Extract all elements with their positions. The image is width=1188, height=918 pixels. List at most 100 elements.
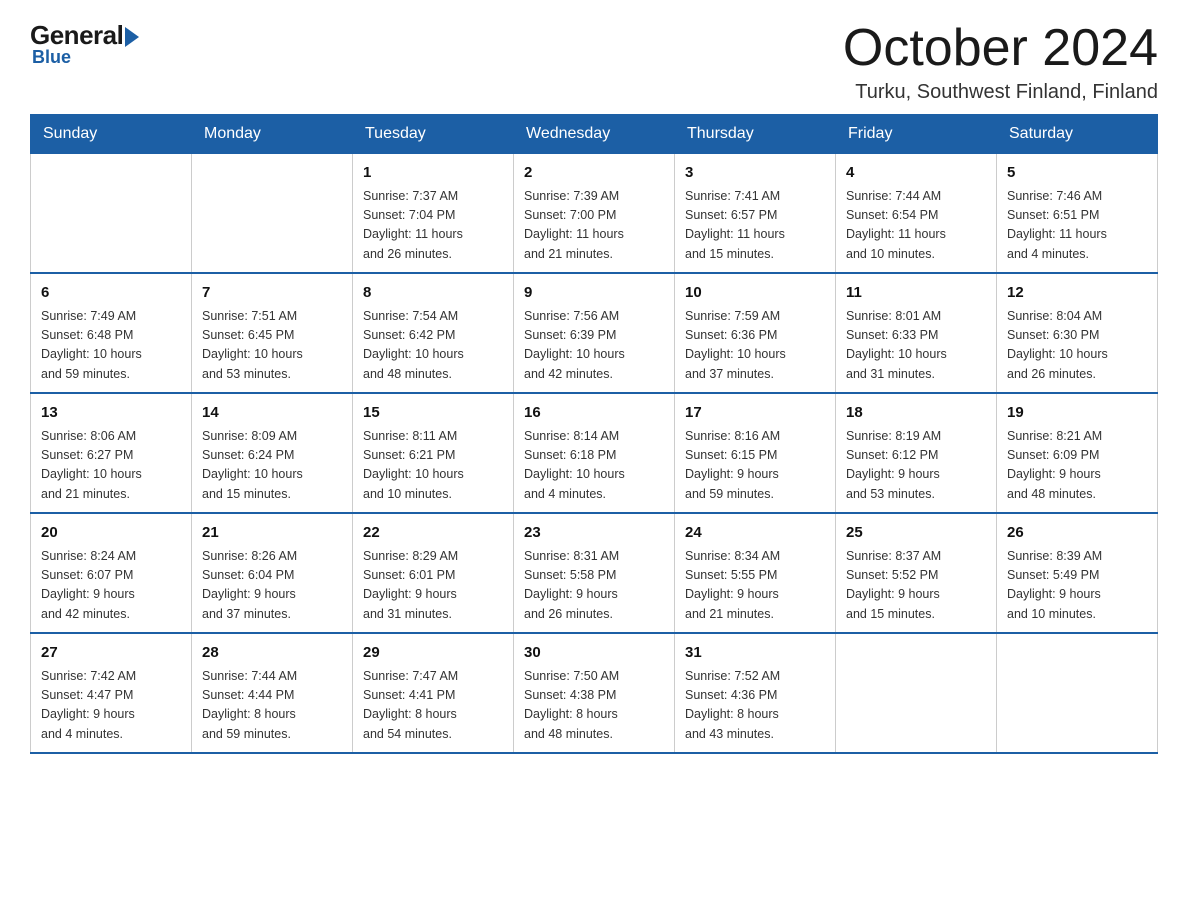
- day-info: Sunrise: 7:41 AMSunset: 6:57 PMDaylight:…: [685, 187, 825, 265]
- day-number: 23: [524, 522, 664, 545]
- calendar-cell: [192, 154, 353, 274]
- day-number: 11: [846, 282, 986, 305]
- day-number: 14: [202, 402, 342, 425]
- day-info: Sunrise: 8:24 AMSunset: 6:07 PMDaylight:…: [41, 547, 181, 625]
- calendar-cell: 26Sunrise: 8:39 AMSunset: 5:49 PMDayligh…: [997, 513, 1158, 633]
- calendar-cell: 24Sunrise: 8:34 AMSunset: 5:55 PMDayligh…: [675, 513, 836, 633]
- calendar-cell: 15Sunrise: 8:11 AMSunset: 6:21 PMDayligh…: [353, 393, 514, 513]
- calendar-cell: 10Sunrise: 7:59 AMSunset: 6:36 PMDayligh…: [675, 273, 836, 393]
- weekday-header-row: SundayMondayTuesdayWednesdayThursdayFrid…: [31, 115, 1158, 154]
- day-info: Sunrise: 8:31 AMSunset: 5:58 PMDaylight:…: [524, 547, 664, 625]
- day-number: 6: [41, 282, 181, 305]
- calendar-cell: [836, 633, 997, 753]
- calendar-cell: 30Sunrise: 7:50 AMSunset: 4:38 PMDayligh…: [514, 633, 675, 753]
- calendar-cell: 23Sunrise: 8:31 AMSunset: 5:58 PMDayligh…: [514, 513, 675, 633]
- day-info: Sunrise: 8:39 AMSunset: 5:49 PMDaylight:…: [1007, 547, 1147, 625]
- day-info: Sunrise: 8:06 AMSunset: 6:27 PMDaylight:…: [41, 427, 181, 505]
- calendar-week-row: 13Sunrise: 8:06 AMSunset: 6:27 PMDayligh…: [31, 393, 1158, 513]
- calendar-cell: 22Sunrise: 8:29 AMSunset: 6:01 PMDayligh…: [353, 513, 514, 633]
- day-info: Sunrise: 7:49 AMSunset: 6:48 PMDaylight:…: [41, 307, 181, 385]
- day-info: Sunrise: 7:37 AMSunset: 7:04 PMDaylight:…: [363, 187, 503, 265]
- calendar-cell: 6Sunrise: 7:49 AMSunset: 6:48 PMDaylight…: [31, 273, 192, 393]
- calendar-cell: 21Sunrise: 8:26 AMSunset: 6:04 PMDayligh…: [192, 513, 353, 633]
- calendar-cell: 12Sunrise: 8:04 AMSunset: 6:30 PMDayligh…: [997, 273, 1158, 393]
- day-info: Sunrise: 8:09 AMSunset: 6:24 PMDaylight:…: [202, 427, 342, 505]
- location-text: Turku, Southwest Finland, Finland: [843, 81, 1158, 104]
- day-info: Sunrise: 8:14 AMSunset: 6:18 PMDaylight:…: [524, 427, 664, 505]
- day-info: Sunrise: 8:29 AMSunset: 6:01 PMDaylight:…: [363, 547, 503, 625]
- weekday-header-friday: Friday: [836, 115, 997, 154]
- day-number: 8: [363, 282, 503, 305]
- title-section: October 2024 Turku, Southwest Finland, F…: [843, 20, 1158, 104]
- day-number: 18: [846, 402, 986, 425]
- day-number: 9: [524, 282, 664, 305]
- calendar-cell: 13Sunrise: 8:06 AMSunset: 6:27 PMDayligh…: [31, 393, 192, 513]
- day-number: 16: [524, 402, 664, 425]
- day-number: 22: [363, 522, 503, 545]
- day-info: Sunrise: 8:26 AMSunset: 6:04 PMDaylight:…: [202, 547, 342, 625]
- day-info: Sunrise: 7:52 AMSunset: 4:36 PMDaylight:…: [685, 667, 825, 745]
- day-number: 15: [363, 402, 503, 425]
- calendar-cell: 28Sunrise: 7:44 AMSunset: 4:44 PMDayligh…: [192, 633, 353, 753]
- day-info: Sunrise: 8:37 AMSunset: 5:52 PMDaylight:…: [846, 547, 986, 625]
- day-number: 5: [1007, 162, 1147, 185]
- calendar-cell: 29Sunrise: 7:47 AMSunset: 4:41 PMDayligh…: [353, 633, 514, 753]
- day-number: 1: [363, 162, 503, 185]
- month-title: October 2024: [843, 20, 1158, 77]
- calendar-cell: 7Sunrise: 7:51 AMSunset: 6:45 PMDaylight…: [192, 273, 353, 393]
- day-info: Sunrise: 8:16 AMSunset: 6:15 PMDaylight:…: [685, 427, 825, 505]
- logo-blue-text: Blue: [32, 47, 71, 68]
- day-number: 7: [202, 282, 342, 305]
- calendar-cell: 18Sunrise: 8:19 AMSunset: 6:12 PMDayligh…: [836, 393, 997, 513]
- calendar-cell: 5Sunrise: 7:46 AMSunset: 6:51 PMDaylight…: [997, 154, 1158, 274]
- day-number: 2: [524, 162, 664, 185]
- weekday-header-tuesday: Tuesday: [353, 115, 514, 154]
- day-info: Sunrise: 7:44 AMSunset: 4:44 PMDaylight:…: [202, 667, 342, 745]
- day-info: Sunrise: 7:47 AMSunset: 4:41 PMDaylight:…: [363, 667, 503, 745]
- day-number: 20: [41, 522, 181, 545]
- weekday-header-thursday: Thursday: [675, 115, 836, 154]
- day-info: Sunrise: 8:11 AMSunset: 6:21 PMDaylight:…: [363, 427, 503, 505]
- day-info: Sunrise: 8:01 AMSunset: 6:33 PMDaylight:…: [846, 307, 986, 385]
- day-info: Sunrise: 7:59 AMSunset: 6:36 PMDaylight:…: [685, 307, 825, 385]
- calendar-week-row: 27Sunrise: 7:42 AMSunset: 4:47 PMDayligh…: [31, 633, 1158, 753]
- day-info: Sunrise: 8:21 AMSunset: 6:09 PMDaylight:…: [1007, 427, 1147, 505]
- calendar-cell: 11Sunrise: 8:01 AMSunset: 6:33 PMDayligh…: [836, 273, 997, 393]
- calendar-cell: 25Sunrise: 8:37 AMSunset: 5:52 PMDayligh…: [836, 513, 997, 633]
- day-number: 13: [41, 402, 181, 425]
- calendar-cell: 8Sunrise: 7:54 AMSunset: 6:42 PMDaylight…: [353, 273, 514, 393]
- logo-arrow-icon: [125, 27, 139, 47]
- day-info: Sunrise: 7:56 AMSunset: 6:39 PMDaylight:…: [524, 307, 664, 385]
- calendar-cell: 3Sunrise: 7:41 AMSunset: 6:57 PMDaylight…: [675, 154, 836, 274]
- day-number: 28: [202, 642, 342, 665]
- calendar-cell: 31Sunrise: 7:52 AMSunset: 4:36 PMDayligh…: [675, 633, 836, 753]
- calendar-cell: 17Sunrise: 8:16 AMSunset: 6:15 PMDayligh…: [675, 393, 836, 513]
- day-number: 25: [846, 522, 986, 545]
- calendar-cell: 1Sunrise: 7:37 AMSunset: 7:04 PMDaylight…: [353, 154, 514, 274]
- calendar-cell: 19Sunrise: 8:21 AMSunset: 6:09 PMDayligh…: [997, 393, 1158, 513]
- calendar-week-row: 6Sunrise: 7:49 AMSunset: 6:48 PMDaylight…: [31, 273, 1158, 393]
- day-number: 19: [1007, 402, 1147, 425]
- weekday-header-monday: Monday: [192, 115, 353, 154]
- day-info: Sunrise: 7:44 AMSunset: 6:54 PMDaylight:…: [846, 187, 986, 265]
- day-number: 27: [41, 642, 181, 665]
- day-info: Sunrise: 7:51 AMSunset: 6:45 PMDaylight:…: [202, 307, 342, 385]
- calendar-cell: 20Sunrise: 8:24 AMSunset: 6:07 PMDayligh…: [31, 513, 192, 633]
- day-number: 24: [685, 522, 825, 545]
- calendar-cell: 4Sunrise: 7:44 AMSunset: 6:54 PMDaylight…: [836, 154, 997, 274]
- day-info: Sunrise: 7:46 AMSunset: 6:51 PMDaylight:…: [1007, 187, 1147, 265]
- day-number: 26: [1007, 522, 1147, 545]
- day-info: Sunrise: 7:54 AMSunset: 6:42 PMDaylight:…: [363, 307, 503, 385]
- calendar-cell: 2Sunrise: 7:39 AMSunset: 7:00 PMDaylight…: [514, 154, 675, 274]
- day-info: Sunrise: 8:19 AMSunset: 6:12 PMDaylight:…: [846, 427, 986, 505]
- logo: General Blue: [30, 20, 139, 68]
- day-info: Sunrise: 8:34 AMSunset: 5:55 PMDaylight:…: [685, 547, 825, 625]
- weekday-header-sunday: Sunday: [31, 115, 192, 154]
- day-info: Sunrise: 7:42 AMSunset: 4:47 PMDaylight:…: [41, 667, 181, 745]
- weekday-header-saturday: Saturday: [997, 115, 1158, 154]
- weekday-header-wednesday: Wednesday: [514, 115, 675, 154]
- day-number: 29: [363, 642, 503, 665]
- calendar-cell: [997, 633, 1158, 753]
- day-number: 17: [685, 402, 825, 425]
- day-info: Sunrise: 8:04 AMSunset: 6:30 PMDaylight:…: [1007, 307, 1147, 385]
